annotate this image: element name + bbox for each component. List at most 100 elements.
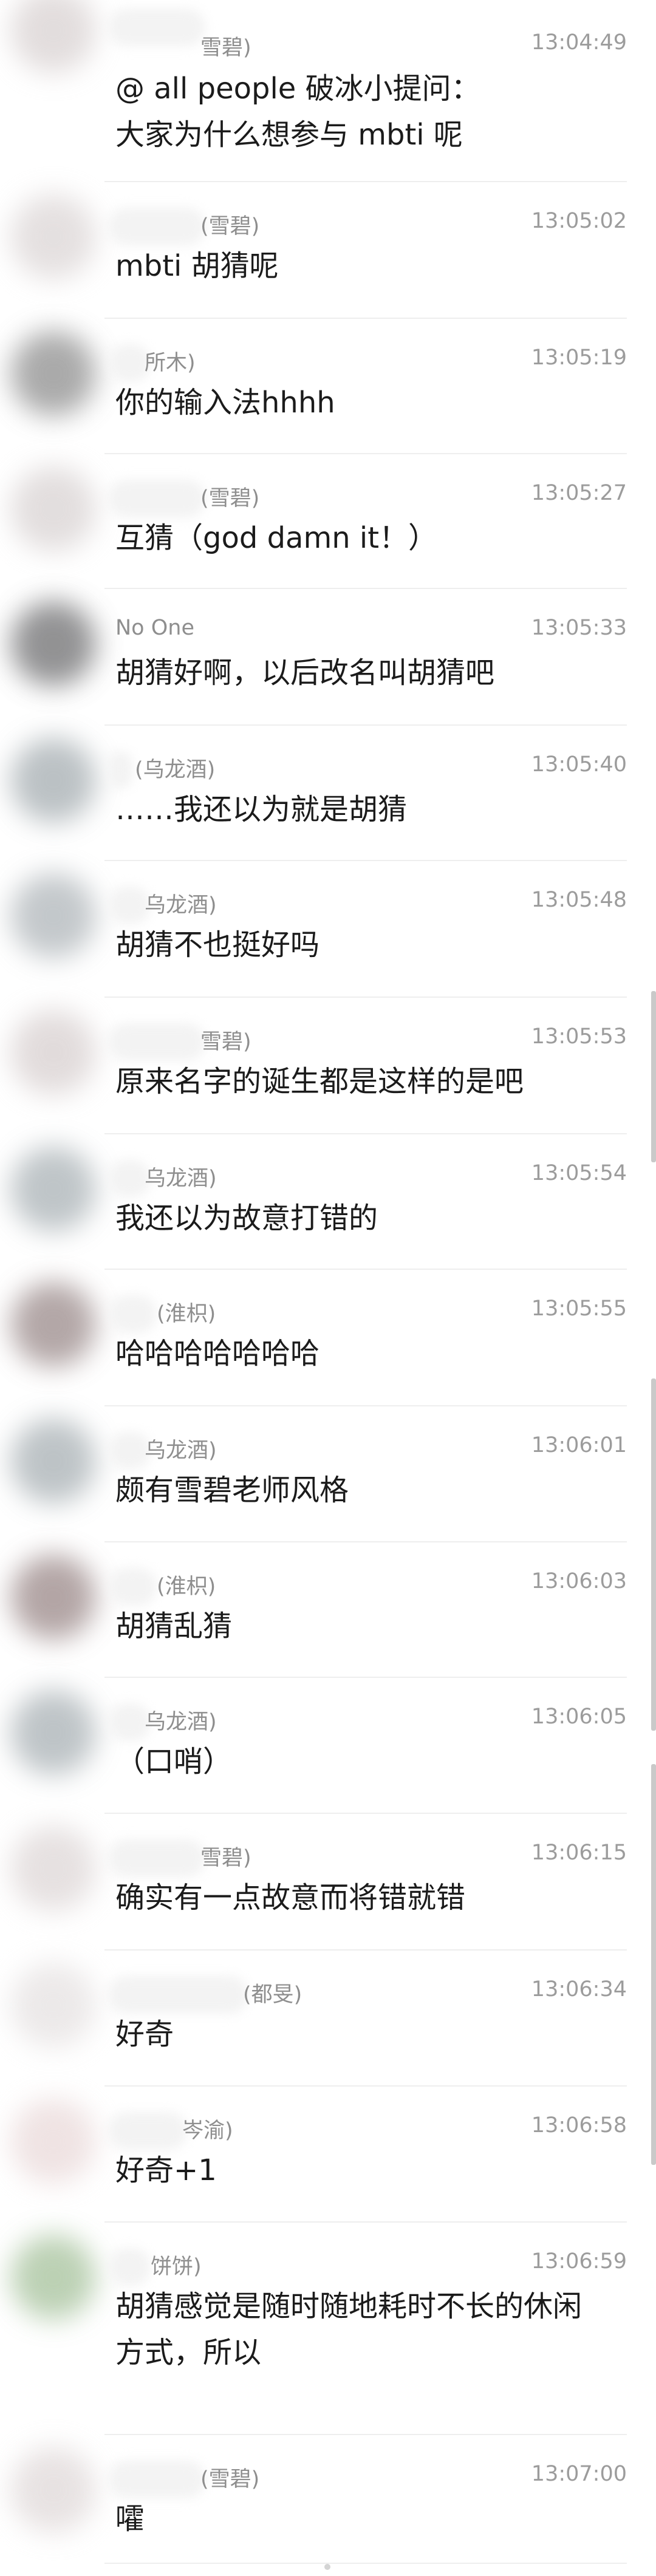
sender-name: (雪碧): [200, 2467, 260, 2492]
sender-name: (雪碧): [200, 214, 260, 239]
redacted-name: [108, 9, 205, 46]
sender-name: 所木): [145, 351, 196, 375]
avatar[interactable]: [11, 2099, 96, 2184]
avatar[interactable]: [11, 1555, 96, 1640]
timestamp: 13:05:27: [531, 481, 627, 505]
redacted-name: [108, 1976, 248, 2014]
message-text[interactable]: 确实有一点故意而将错就错: [115, 1875, 626, 1921]
timestamp: 13:05:53: [531, 1024, 627, 1049]
message-text[interactable]: 我还以为故意打错的: [115, 1195, 626, 1241]
avatar[interactable]: [11, 1010, 96, 1095]
avatar[interactable]: [11, 1963, 96, 2048]
load-more-indicator: [324, 2564, 330, 2570]
timestamp: 13:06:15: [531, 1841, 627, 1865]
message-text[interactable]: @ all people 破冰小提问： 大家为什么想参与 mbti 呢: [115, 66, 626, 158]
message-text[interactable]: 颇有雪碧老师风格: [115, 1467, 626, 1513]
sender-name: No One: [115, 616, 194, 640]
message-text[interactable]: 胡猜感觉是随时随地耗时不长的休闲 方式，所以: [115, 2283, 626, 2376]
sender-name: (淮枳): [157, 1575, 216, 1599]
chat-message[interactable]: (乌龙酒) 13:05:40 ……我还以为就是胡猜: [0, 726, 656, 861]
chat-message[interactable]: (都旻) 13:06:34 好奇: [0, 1951, 656, 2087]
timestamp: 13:07:00: [531, 2462, 627, 2486]
message-text[interactable]: 哈哈哈哈哈哈哈: [115, 1331, 626, 1377]
message-text[interactable]: 胡猜好啊，以后改名叫胡猜吧: [115, 650, 626, 696]
message-text[interactable]: 好奇+1: [115, 2147, 626, 2193]
timestamp: 13:05:02: [531, 209, 627, 233]
chat-message[interactable]: 乌龙酒) 13:06:01 颇有雪碧老师风格: [0, 1406, 656, 1542]
timestamp: 13:05:54: [531, 1161, 627, 1185]
message-text[interactable]: 好奇: [115, 2011, 626, 2057]
message-text[interactable]: 胡猜不也挺好吗: [115, 922, 626, 968]
chat-message[interactable]: (淮枳) 13:06:03 胡猜乱猜: [0, 1542, 656, 1678]
avatar[interactable]: [11, 331, 96, 416]
avatar[interactable]: [11, 1419, 96, 1504]
sender-name: (淮枳): [157, 1302, 216, 1326]
avatar[interactable]: [11, 601, 96, 686]
avatar[interactable]: [11, 194, 96, 279]
avatar[interactable]: [11, 0, 96, 73]
chat-message[interactable]: 雪碧) 13:04:49 @ all people 破冰小提问： 大家为什么想参与 m…: [0, 0, 656, 182]
timestamp: 13:05:55: [531, 1297, 627, 1321]
timestamp: 13:05:40: [531, 752, 627, 777]
message-text[interactable]: mbti 胡猜呢: [115, 243, 626, 289]
message-text[interactable]: 原来名字的诞生都是这样的是吧: [115, 1058, 626, 1105]
chat-message[interactable]: 雪碧) 13:06:15 确实有一点故意而将错就错: [0, 1814, 656, 1951]
chat-message[interactable]: No One 13:05:33 胡猜好啊，以后改名叫胡猜吧: [0, 589, 656, 726]
avatar[interactable]: [11, 738, 96, 823]
sender-name: 雪碧): [200, 1846, 251, 1870]
timestamp: 13:06:58: [531, 2113, 627, 2138]
avatar[interactable]: [11, 1147, 96, 1232]
avatar[interactable]: [11, 1826, 96, 1911]
scrollbar-segment: [651, 991, 656, 1162]
message-text[interactable]: 你的输入法hhhh: [115, 380, 626, 426]
chat-message-list[interactable]: 雪碧) 13:04:49 @ all people 破冰小提问： 大家为什么想参与 m…: [0, 0, 656, 2576]
timestamp: 13:05:48: [531, 888, 627, 912]
message-text[interactable]: ……我还以为就是胡猜: [115, 786, 626, 833]
redacted-name: [108, 1295, 157, 1333]
redacted-name: [108, 2112, 187, 2150]
chat-message[interactable]: 雪碧) 13:05:53 原来名字的诞生都是这样的是吧: [0, 998, 656, 1134]
redacted-name: [108, 751, 132, 789]
redacted-name: [108, 2248, 151, 2286]
sender-name: 乌龙酒): [145, 1167, 217, 1191]
chat-message[interactable]: (雪碧) 13:07:00 嚯: [0, 2435, 656, 2564]
sender-name: 岑渝): [182, 2119, 233, 2143]
scrollbar-segment: [651, 1378, 656, 1731]
chat-message[interactable]: (淮枳) 13:05:55 哈哈哈哈哈哈哈: [0, 1270, 656, 1406]
avatar[interactable]: [11, 1690, 96, 1775]
avatar[interactable]: [11, 1282, 96, 1367]
chat-message[interactable]: 饼饼) 13:06:59 胡猜感觉是随时随地耗时不长的休闲 方式，所以: [0, 2223, 656, 2435]
chat-message[interactable]: 所木) 13:05:19 你的输入法hhhh: [0, 319, 656, 454]
timestamp: 13:04:49: [531, 30, 627, 55]
avatar[interactable]: [11, 466, 96, 551]
avatar[interactable]: [11, 2447, 96, 2532]
timestamp: 13:05:33: [531, 616, 627, 640]
message-text[interactable]: 互猜（god damn it！）: [115, 515, 626, 561]
sender-name: 乌龙酒): [145, 1710, 217, 1734]
sender-name: 饼饼): [151, 2255, 202, 2279]
chat-message[interactable]: 乌龙酒) 13:05:48 胡猜不也挺好吗: [0, 861, 656, 998]
sender-name: 雪碧): [200, 1030, 251, 1054]
chat-message[interactable]: (雪碧) 13:05:02 mbti 胡猜呢: [0, 182, 656, 319]
timestamp: 13:05:19: [531, 346, 627, 370]
scrollbar[interactable]: [651, 0, 656, 2576]
timestamp: 13:06:34: [531, 1977, 627, 2002]
avatar[interactable]: [11, 873, 96, 958]
scrollbar-segment: [651, 1764, 656, 2165]
message-text[interactable]: 胡猜乱猜: [115, 1603, 626, 1649]
chat-message[interactable]: 乌龙酒) 13:06:05 （口哨）: [0, 1678, 656, 1814]
message-text[interactable]: 嚯: [115, 2496, 626, 2542]
sender-name: (都旻): [243, 1983, 302, 2007]
sender-name: 乌龙酒): [145, 893, 217, 918]
message-text[interactable]: （口哨）: [115, 1739, 626, 1785]
chat-message[interactable]: 岑渝) 13:06:58 好奇+1: [0, 2087, 656, 2223]
message-divider: [104, 2563, 627, 2564]
redacted-name: [108, 2461, 205, 2498]
chat-message[interactable]: 乌龙酒) 13:05:54 我还以为故意打错的: [0, 1134, 656, 1270]
redacted-name: [108, 1568, 157, 1606]
sender-name: (雪碧): [200, 486, 260, 511]
chat-message[interactable]: (雪碧) 13:05:27 互猜（god damn it！）: [0, 454, 656, 589]
avatar[interactable]: [11, 2235, 96, 2320]
redacted-name: [108, 208, 205, 245]
sender-name: (乌龙酒): [135, 758, 216, 782]
